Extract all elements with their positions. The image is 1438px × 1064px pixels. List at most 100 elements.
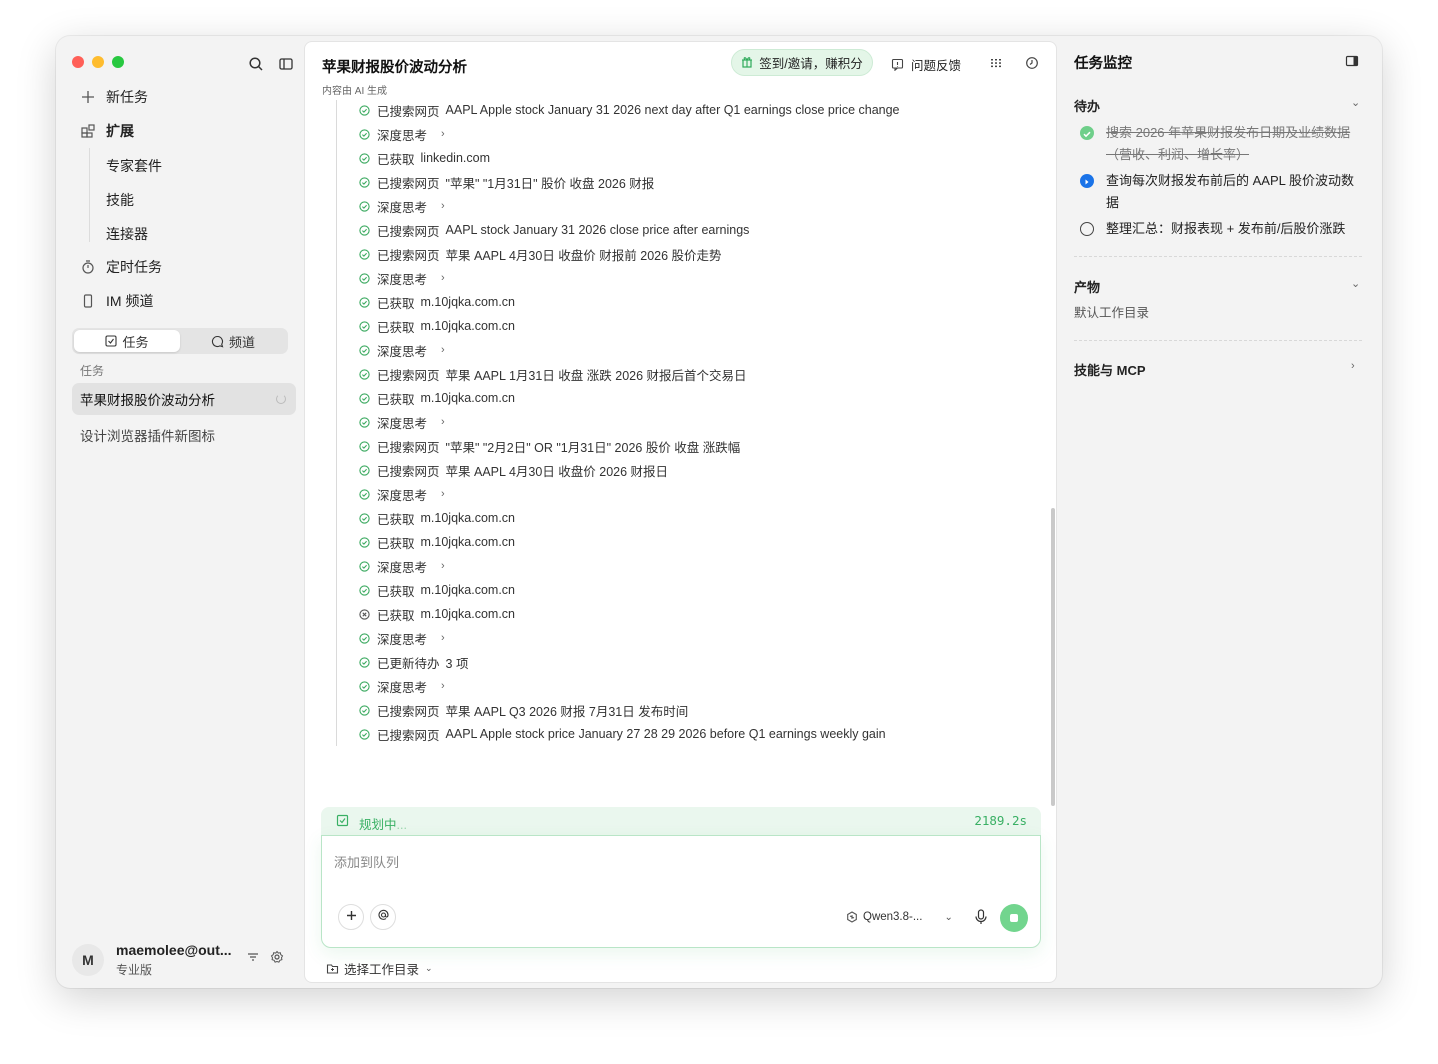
grid-icon[interactable] [989, 56, 1003, 70]
sidebar-item-im[interactable]: IM 频道 [80, 290, 153, 312]
artifacts-item[interactable]: 默认工作目录 [1074, 302, 1149, 321]
log-timeline-line [336, 100, 337, 746]
thinking-step[interactable]: 深度思考 › [359, 484, 445, 504]
clipboard-check-icon [336, 814, 349, 827]
step-label: 已搜索网页 [377, 704, 440, 719]
artifacts-header[interactable]: 产物 [1074, 277, 1100, 296]
task-item-active[interactable]: 苹果财报股价波动分析 [72, 383, 296, 415]
thinking-step[interactable]: 深度思考 › [359, 196, 445, 216]
step-detail: m.10jqka.com.cn [420, 583, 515, 597]
at-icon [377, 908, 390, 926]
stop-button[interactable] [1000, 904, 1028, 932]
check-circle-icon [359, 440, 370, 452]
chevron-down-icon[interactable]: ⌄ [1351, 96, 1360, 109]
thinking-step[interactable]: 深度思考 › [359, 556, 445, 576]
chevron-right-icon[interactable]: › [441, 416, 445, 428]
sidebar-item-scheduled[interactable]: 定时任务 [80, 256, 162, 278]
chevron-right-icon[interactable]: › [441, 128, 445, 140]
check-circle-icon [359, 272, 370, 284]
timer-icon [80, 259, 96, 275]
step-label: 已更新待办 [377, 656, 440, 671]
im-label: IM 频道 [106, 293, 154, 309]
step-label: 已获取 [377, 584, 415, 599]
model-selector[interactable]: Qwen3.8-... ⌄ [846, 911, 953, 923]
check-circle-icon [359, 104, 370, 116]
chevron-right-icon[interactable]: › [1351, 360, 1355, 372]
tab-tasks[interactable]: 任务 [74, 330, 180, 352]
skills-mcp-header[interactable]: 技能与 MCP [1074, 360, 1146, 379]
chevron-right-icon[interactable]: › [441, 560, 445, 572]
thinking-step[interactable]: 深度思考 › [359, 412, 445, 432]
search-icon[interactable] [248, 56, 264, 72]
feedback-button[interactable]: 问题反馈 [891, 55, 961, 74]
thinking-step[interactable]: 深度思考 › [359, 676, 445, 696]
mention-button[interactable] [370, 904, 396, 930]
sidebar-toggle-icon[interactable] [278, 56, 294, 72]
step-label: 已搜索网页 [377, 728, 440, 743]
thinking-step[interactable]: 深度思考 › [359, 628, 445, 648]
settings-icon[interactable] [270, 950, 286, 966]
step-detail: 苹果 AAPL 4月30日 收盘价 财报前 2026 股价走势 [445, 248, 722, 263]
chevron-down-icon[interactable]: ⌄ [1351, 277, 1360, 290]
sidebar-item-connectors[interactable]: 连接器 [106, 224, 148, 244]
check-circle-icon [359, 392, 370, 404]
tasks-section-label: 任务 [80, 364, 105, 378]
message-composer[interactable]: 添加到队列 Qwen3.8-... ⌄ [321, 835, 1041, 948]
clock-icon[interactable] [1025, 56, 1039, 70]
gift-icon [741, 55, 753, 71]
log-step: 已搜索网页 苹果 AAPL Q3 2026 财报 7月31日 发布时间 [359, 700, 688, 720]
step-detail: 3 项 [445, 656, 469, 671]
task-item[interactable]: 设计浏览器插件新图标 [72, 419, 296, 451]
chevron-right-icon[interactable]: › [441, 344, 445, 356]
log-step: 已搜索网页 AAPL Apple stock January 31 2026 ne… [359, 100, 900, 120]
user-profile[interactable]: M maemolee@out... 专业版 [72, 942, 292, 978]
step-label: 已搜索网页 [377, 368, 440, 383]
chevron-right-icon[interactable]: › [441, 488, 445, 500]
step-detail: m.10jqka.com.cn [420, 319, 515, 333]
chevron-down-icon: ⌄ [425, 963, 433, 973]
todo-header[interactable]: 待办 [1074, 96, 1100, 115]
elapsed-time: 2189.2s [974, 813, 1027, 828]
planning-dots: ... [396, 818, 407, 832]
app-window: 新任务 扩展 专家套件 技能 连接器 定时任务 IM 频道 任务 频道 任务 苹… [56, 36, 1382, 988]
step-label: 已获取 [377, 536, 415, 551]
chevron-right-icon[interactable]: › [441, 680, 445, 692]
checkin-button[interactable]: 签到/邀请，赚积分 [731, 49, 873, 76]
step-detail: "苹果" "1月31日" 股价 收盘 2026 财报 [445, 176, 655, 191]
step-label: 已搜索网页 [377, 248, 440, 263]
chat-icon [211, 335, 224, 348]
new-task-button[interactable]: 新任务 [80, 86, 148, 108]
check-done-icon [1080, 126, 1094, 140]
filter-icon[interactable] [246, 950, 262, 966]
chevron-down-icon: ⌄ [944, 911, 953, 923]
extensions-menu[interactable]: 扩展 [80, 120, 134, 142]
tab-channels[interactable]: 频道 [180, 330, 286, 352]
step-label: 深度思考 [377, 128, 428, 143]
check-circle-icon [359, 728, 370, 740]
sidebar-item-skills[interactable]: 技能 [106, 190, 134, 210]
chevron-right-icon[interactable]: › [441, 200, 445, 212]
log-step: 已搜索网页 "苹果" "1月31日" 股价 收盘 2026 财报 [359, 172, 654, 192]
divider [1074, 340, 1362, 341]
user-plan: 专业版 [116, 963, 153, 977]
add-attachment-button[interactable] [338, 904, 364, 930]
check-circle-icon [359, 128, 370, 140]
microphone-icon[interactable] [974, 909, 988, 925]
check-circle-icon [359, 320, 370, 332]
tab-tasks-label: 任务 [122, 334, 149, 350]
step-label: 深度思考 [377, 560, 428, 575]
panel-toggle-icon[interactable] [1345, 54, 1359, 68]
thinking-step[interactable]: 深度思考 › [359, 124, 445, 144]
step-detail: m.10jqka.com.cn [420, 607, 515, 621]
check-circle-icon [359, 632, 370, 644]
sidebar-item-expert-kit[interactable]: 专家套件 [106, 156, 162, 176]
workdir-selector[interactable]: 选择工作目录 ⌄ [326, 959, 433, 978]
chevron-right-icon[interactable]: › [441, 632, 445, 644]
chevron-right-icon[interactable]: › [441, 272, 445, 284]
composer-input[interactable]: 添加到队列 [334, 852, 399, 871]
scrollbar[interactable] [1051, 508, 1055, 806]
log-step: 已获取 m.10jqka.com.cn [359, 580, 515, 600]
step-label: 深度思考 [377, 416, 428, 431]
thinking-step[interactable]: 深度思考 › [359, 340, 445, 360]
thinking-step[interactable]: 深度思考 › [359, 268, 445, 288]
